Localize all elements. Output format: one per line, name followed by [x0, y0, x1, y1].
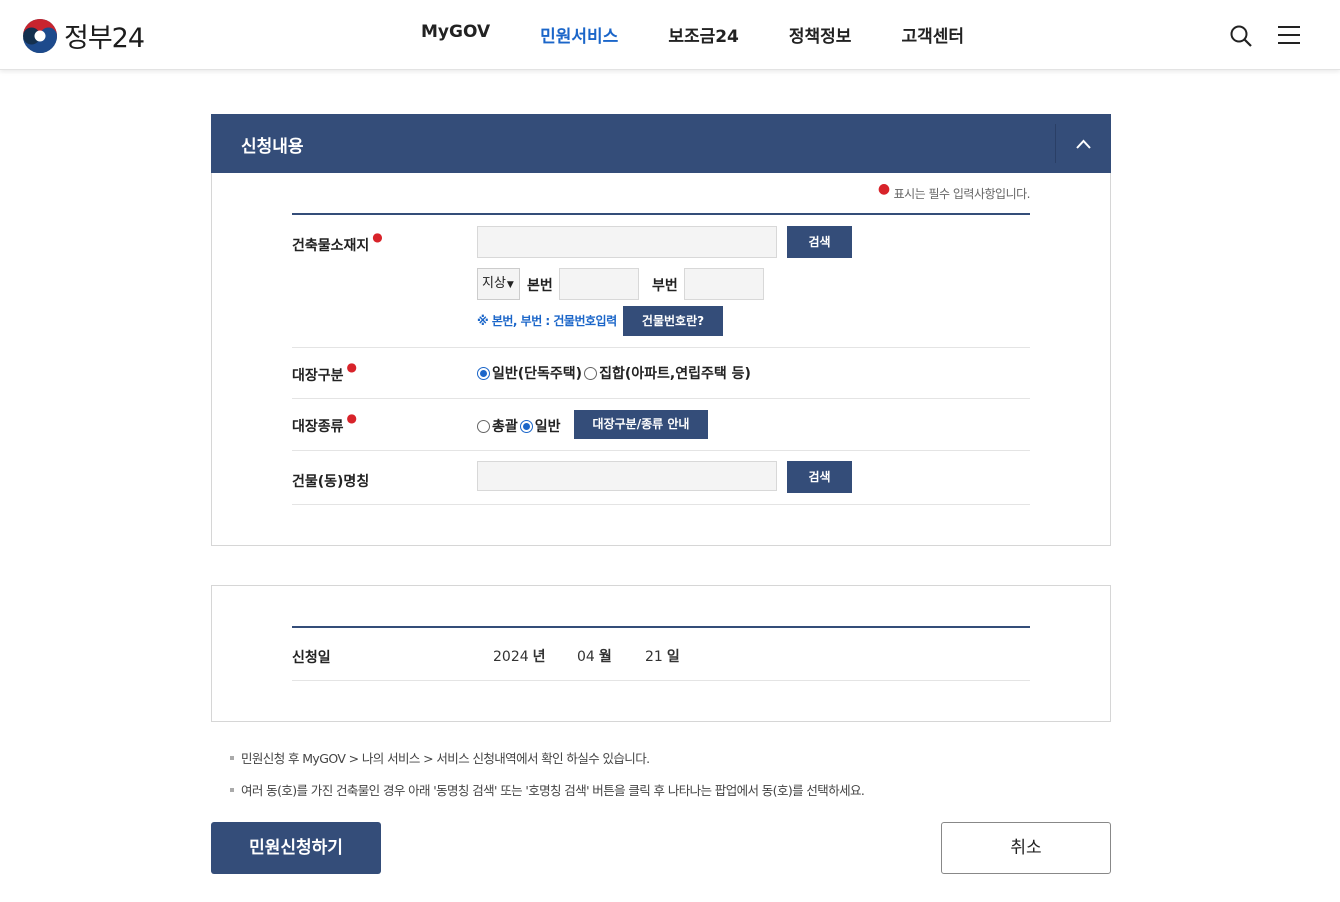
application-panel-body: ● 표시는 필수 입력사항입니다. 건축물소재지● 검색 지상▼ 본번 부번 ※ … — [211, 173, 1111, 546]
submit-application-button[interactable]: 민원신청하기 — [211, 822, 381, 874]
row-building-location: 건축물소재지● 검색 지상▼ 본번 부번 ※ 본번, 부번 : 건물번호입력 건… — [292, 215, 1030, 348]
sub-number-input[interactable] — [684, 268, 764, 300]
label-ledger-class: 대장구분● — [292, 360, 357, 385]
main-number-label: 본번 — [527, 278, 553, 294]
day-unit: 일 — [666, 649, 680, 665]
ground-select-value: 지상 — [482, 276, 506, 291]
main-number-input[interactable] — [559, 268, 639, 300]
date-month: 04 월 — [577, 646, 612, 666]
hamburger-menu-icon[interactable] — [1278, 25, 1300, 45]
label-application-date: 신청일 — [292, 650, 331, 666]
radio-summary-icon[interactable] — [477, 419, 490, 433]
nav-item-customer-center[interactable]: 고객센터 — [901, 22, 964, 47]
building-name-input[interactable] — [477, 461, 777, 491]
notice-list: 민원신청 후 MyGOV > 나의 서비스 > 서비스 신청내역에서 확인 하실… — [230, 748, 865, 812]
option-summary-label[interactable]: 총괄 — [492, 416, 518, 436]
required-note: ● 표시는 필수 입력사항입니다. — [878, 181, 1031, 202]
sub-number-label: 부번 — [652, 278, 678, 294]
chevron-down-icon: ▼ — [506, 280, 514, 290]
radio-general-icon[interactable] — [477, 366, 490, 380]
building-number-hint: ※ 본번, 부번 : 건물번호입력 — [477, 314, 617, 328]
required-dot-icon: ● — [346, 360, 358, 374]
label-ledger-type-text: 대장종류 — [292, 419, 344, 435]
month-value: 04 — [577, 649, 595, 665]
option-general-type-label[interactable]: 일반 — [535, 416, 561, 436]
ledger-guide-button[interactable]: 대장구분/종류 안내 — [574, 410, 708, 439]
main-nav: MyGOV 민원서비스 보조금24 정책정보 고객센터 — [421, 22, 1014, 47]
date-row: 신청일 2024 년 04 월 21 일 — [292, 626, 1030, 681]
required-dot-icon: ● — [346, 411, 358, 425]
top-header: 정부24 MyGOV 민원서비스 보조금24 정책정보 고객센터 — [0, 0, 1340, 70]
notice-item: 여러 동(호)를 가진 건축물인 경우 아래 '동명칭 검색' 또는 '호명칭 … — [230, 780, 865, 799]
option-general-label[interactable]: 일반(단독주택) — [492, 363, 582, 383]
option-collective-label[interactable]: 집합(아파트,연립주택 등) — [599, 363, 751, 383]
nav-item-civil-service[interactable]: 민원서비스 — [540, 22, 618, 47]
logo-text: 정부24 — [64, 23, 145, 54]
date-day: 21 일 — [645, 646, 680, 666]
month-unit: 월 — [598, 649, 612, 665]
label-ledger-class-text: 대장구분 — [292, 368, 344, 384]
collapse-chevron-up-icon[interactable] — [1056, 114, 1111, 173]
label-building-location-text: 건축물소재지 — [292, 238, 370, 254]
building-number-help-button[interactable]: 건물번호란? — [623, 306, 723, 336]
notice-item: 민원신청 후 MyGOV > 나의 서비스 > 서비스 신청내역에서 확인 하실… — [230, 748, 864, 767]
address-input[interactable] — [477, 226, 777, 258]
required-note-text: 표시는 필수 입력사항입니다. — [893, 187, 1031, 201]
required-dot-icon: ● — [877, 181, 890, 197]
address-search-button[interactable]: 검색 — [787, 226, 852, 258]
radio-collective-icon[interactable] — [584, 366, 598, 380]
radio-general-type-icon[interactable] — [519, 419, 533, 433]
panel-title: 신청내용 — [241, 137, 304, 157]
search-icon[interactable] — [1229, 24, 1253, 48]
nav-item-mygov[interactable]: MyGOV — [421, 22, 490, 47]
nav-item-policy[interactable]: 정책정보 — [789, 22, 852, 47]
label-ledger-type: 대장종류● — [292, 411, 357, 436]
ledger-class-options: 일반(단독주택) 집합(아파트,연립주택 등) — [477, 363, 751, 383]
required-dot-icon: ● — [372, 230, 383, 244]
year-unit: 년 — [532, 649, 546, 665]
ground-select[interactable]: 지상▼ — [477, 268, 520, 300]
nav-item-subsidy[interactable]: 보조금24 — [668, 22, 739, 47]
label-building-name: 건물(동)명칭 — [292, 474, 370, 490]
taegeuk-logo-icon — [23, 18, 57, 53]
cancel-button[interactable]: 취소 — [941, 822, 1111, 874]
label-building-location: 건축물소재지● — [292, 230, 383, 255]
date-year: 2024 년 — [493, 646, 546, 666]
application-form: 건축물소재지● 검색 지상▼ 본번 부번 ※ 본번, 부번 : 건물번호입력 건… — [292, 213, 1030, 505]
building-name-search-button[interactable]: 검색 — [787, 461, 852, 493]
day-value: 21 — [645, 649, 663, 665]
row-building-name: 건물(동)명칭 검색 — [292, 451, 1030, 505]
site-logo[interactable]: 정부24 — [22, 16, 145, 55]
year-value: 2024 — [493, 649, 529, 665]
ledger-type-options: 총괄 일반 — [477, 416, 561, 436]
row-ledger-type: 대장종류● 총괄 일반 대장구분/종류 안내 — [292, 399, 1030, 451]
application-date-panel: 신청일 2024 년 04 월 21 일 — [211, 585, 1111, 722]
application-panel-header: 신청내용 — [211, 114, 1111, 173]
row-ledger-class: 대장구분● 일반(단독주택) 집합(아파트,연립주택 등) — [292, 348, 1030, 399]
